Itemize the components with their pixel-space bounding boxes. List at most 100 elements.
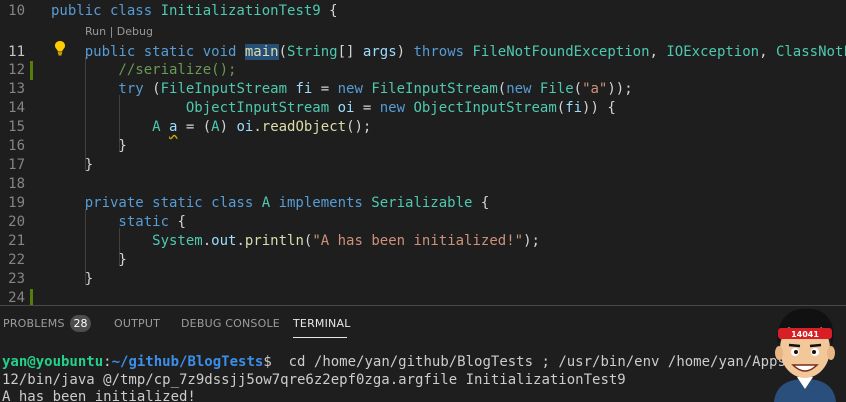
code-line[interactable]: 21 System.out.println("A has been initia… <box>0 232 846 251</box>
code-token: args <box>362 44 397 60</box>
code-line[interactable]: 10 public class InitializationTest9 { <box>0 2 846 21</box>
code-content: private static class A implements Serial… <box>51 194 490 213</box>
code-token: new <box>337 81 372 97</box>
code-token: = <box>354 100 380 116</box>
code-token: new <box>379 100 414 116</box>
code-token: )) { <box>582 100 616 116</box>
avatar: 14041 <box>774 308 836 402</box>
code-token: ( <box>152 81 161 97</box>
line-number: 14 <box>8 100 25 116</box>
code-line[interactable]: 13 try (FileInputStream fi = new FileInp… <box>0 80 846 99</box>
code-token: implements <box>278 195 372 211</box>
code-token: out <box>211 233 237 249</box>
code-token: IOException <box>666 44 760 60</box>
line-number: 13 <box>8 81 25 97</box>
tab-debug-console[interactable]: DEBUG CONSOLE <box>181 317 280 330</box>
code-token: { <box>320 3 338 19</box>
code-content: } <box>51 251 126 270</box>
code-token: ObjectInputStream <box>413 100 557 116</box>
code-token: fi <box>295 81 313 97</box>
code-token: A <box>51 119 170 135</box>
line-number: 22 <box>8 252 25 268</box>
code-content: } <box>51 137 127 156</box>
terminal-output-line: A has been initialized! <box>2 389 196 402</box>
code-token: . <box>236 233 245 249</box>
code-token: oi <box>236 119 254 135</box>
code-token: public class <box>51 3 161 19</box>
prompt-user: yan@youbuntu <box>2 354 104 370</box>
line-number: 23 <box>8 271 25 287</box>
code-token: private static class <box>51 195 262 211</box>
code-token: A <box>261 195 279 211</box>
code-line[interactable]: 11 public static void main(String[] args… <box>0 43 846 62</box>
line-number: 18 <box>8 176 25 192</box>
code-content: ObjectInputStream oi = new ObjectInputSt… <box>51 99 616 118</box>
code-line[interactable]: 17 } <box>0 156 846 175</box>
codelens-run-debug[interactable]: Run | Debug <box>85 25 153 38</box>
tab-terminal[interactable]: TERMINAL <box>293 317 351 330</box>
code-token: "A has been initialized!" <box>312 233 524 249</box>
code-token: static <box>51 214 178 230</box>
code-line[interactable]: 23 } <box>0 270 846 289</box>
prompt-path: ~/github/BlogTests <box>111 354 264 370</box>
code-token: InitializationTest9 <box>160 3 321 19</box>
code-token: //serialize(); <box>51 62 237 78</box>
code-line[interactable]: 12 //serialize(); <box>0 61 846 80</box>
code-token: [] <box>337 44 363 60</box>
code-token: FileInputStream <box>160 81 296 97</box>
code-token: ) <box>396 44 414 60</box>
prompt-separator: : <box>103 354 112 370</box>
code-token: "a" <box>582 81 608 97</box>
problems-count-badge: 28 <box>70 315 91 332</box>
line-number: 10 <box>8 3 25 19</box>
code-token: } <box>51 138 127 154</box>
code-token: = <box>312 81 338 97</box>
terminal-prompt-line[interactable]: yan@youbuntu:~/github/BlogTests$ cd /hom… <box>2 353 820 371</box>
code-token: = ( <box>177 119 212 135</box>
code-token: System <box>51 233 203 249</box>
code-line[interactable]: 24 <box>0 289 846 305</box>
code-line[interactable]: 16 } <box>0 137 846 156</box>
line-number: 24 <box>8 290 25 305</box>
terminal-command: cd /home/yan/github/BlogTests ; /usr/bin… <box>271 354 820 370</box>
code-token: ObjectInputStream <box>51 100 338 116</box>
active-tab-indicator <box>293 337 347 338</box>
code-token: { <box>177 214 186 230</box>
code-token: . <box>253 119 262 135</box>
code-line[interactable]: 15 A a = (A) oi.readObject(); <box>0 118 846 137</box>
code-editor[interactable]: Run | Debug 10 public class Initializatio… <box>0 0 846 305</box>
code-content: } <box>51 270 93 289</box>
code-content: //serialize(); <box>51 61 236 80</box>
code-token: } <box>51 157 94 173</box>
code-token: )); <box>607 81 633 97</box>
code-token: (); <box>346 119 372 135</box>
code-content: System.out.println("A has been initializ… <box>51 232 540 251</box>
code-token: ClassNotF <box>775 44 846 60</box>
line-number: 16 <box>8 138 25 154</box>
code-token: ( <box>556 100 566 116</box>
code-token: main <box>244 44 279 60</box>
code-token: ( <box>497 81 507 97</box>
code-token: println <box>244 233 304 249</box>
code-token: FileInputStream <box>371 81 498 97</box>
code-token: ); <box>523 233 540 249</box>
code-line[interactable]: 14 ObjectInputStream oi = new ObjectInpu… <box>0 99 846 118</box>
code-line[interactable]: 18 <box>0 175 846 194</box>
line-number: 15 <box>8 119 25 135</box>
code-token: . <box>202 233 212 249</box>
code-token: String <box>287 44 338 60</box>
code-token: { <box>472 195 490 211</box>
code-token: fi <box>565 100 583 116</box>
code-token: readObject <box>261 119 347 135</box>
code-token: oi <box>337 100 355 116</box>
tab-problems[interactable]: PROBLEMS <box>3 317 65 330</box>
line-number: 19 <box>8 195 25 211</box>
code-token: public static void <box>51 44 245 60</box>
code-line[interactable]: 22 } <box>0 251 846 270</box>
tab-output[interactable]: OUTPUT <box>114 317 160 330</box>
code-line[interactable]: 20 static { <box>0 213 846 232</box>
code-line[interactable]: 19 private static class A implements Ser… <box>0 194 846 213</box>
code-content: } <box>51 156 93 175</box>
panel-tabs: PROBLEMS 28 OUTPUT DEBUG CONSOLE TERMINA… <box>0 306 846 342</box>
terminal-output-line: 12/bin/java @/tmp/cp_7z9dssjj5ow7qre6z2e… <box>2 372 626 388</box>
